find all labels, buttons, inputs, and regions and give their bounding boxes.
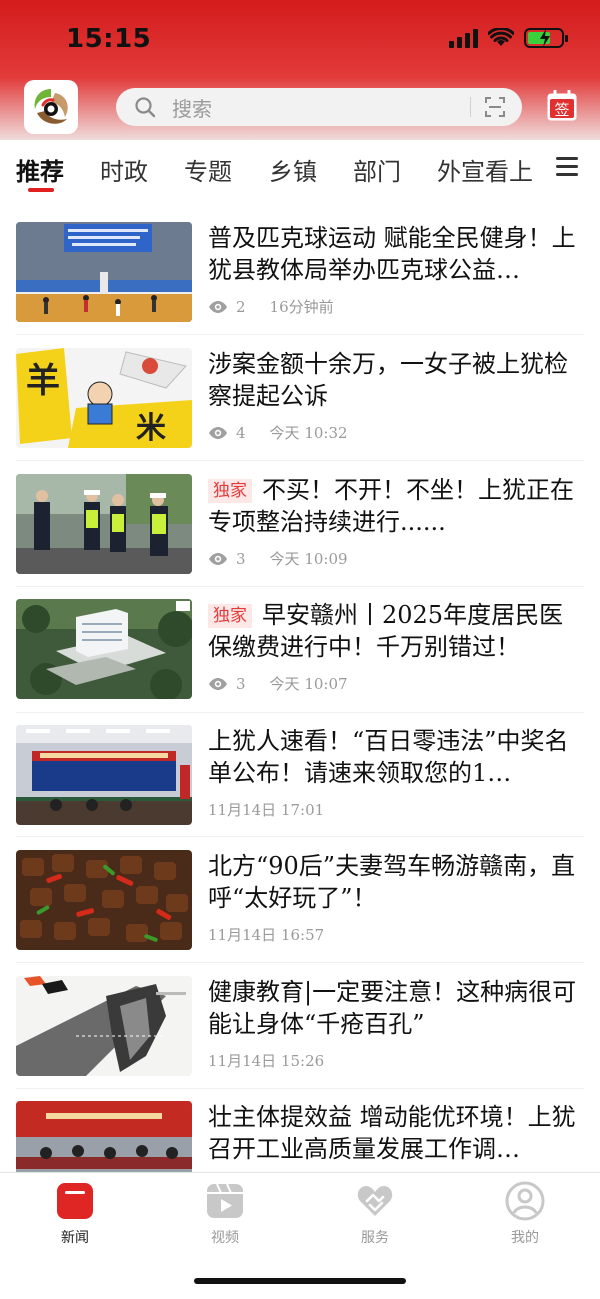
nav-video[interactable]: 视频	[185, 1181, 265, 1247]
article-title: 涉案金额十余万，一女子被上犹检察提起公诉	[208, 350, 568, 410]
tab-politics[interactable]: 时政	[100, 152, 148, 187]
nav-services-label: 服务	[361, 1230, 389, 1246]
app-logo[interactable]	[24, 80, 78, 134]
divider	[16, 460, 584, 461]
divider	[16, 712, 584, 713]
article-title: 健康教育|一定要注意！这种病很可能让身体“千疮百孔”	[208, 978, 577, 1038]
article-thumbnail	[16, 222, 192, 322]
article-title: 上犹人速看！“百日零违法”中奖名单公布！请速来领取您的1…	[208, 727, 569, 787]
divider	[16, 334, 584, 335]
tab-towns[interactable]: 乡镇	[269, 152, 317, 187]
article-thumbnail	[16, 976, 192, 1076]
divider	[16, 962, 584, 963]
search-bar[interactable]: 搜索	[116, 88, 522, 126]
divider	[16, 836, 584, 837]
article-item[interactable]: 上犹人速看！“百日零违法”中奖名单公布！请速来领取您的1… 11月14日 17:…	[0, 725, 600, 851]
article-meta: 11月14日 15:26	[208, 1050, 324, 1071]
news-icon	[57, 1183, 93, 1219]
handshake-heart-icon	[357, 1186, 393, 1216]
eye-icon	[209, 426, 227, 439]
article-thumbnail: 羊 米	[16, 348, 192, 448]
article-thumbnail	[16, 474, 192, 574]
tab-external-news[interactable]: 外宣看上	[437, 152, 533, 187]
article-item[interactable]: 普及匹克球运动 赋能全民健身！上犹县教体局举办匹克球公益… 2 16分钟前	[0, 222, 600, 348]
exclusive-badge: 独家	[208, 479, 252, 503]
tab-departments[interactable]: 部门	[353, 152, 401, 187]
article-thumbnail	[16, 725, 192, 825]
home-indicator	[194, 1278, 406, 1284]
article-item[interactable]: 健康教育|一定要注意！这种病很可能让身体“千疮百孔” 11月14日 15:26	[0, 976, 600, 1102]
tab-topics[interactable]: 专题	[184, 152, 232, 187]
user-icon	[505, 1181, 545, 1221]
publish-time: 今天 10:32	[269, 424, 348, 442]
status-icons	[449, 28, 568, 48]
svg-text:羊: 羊	[26, 361, 60, 401]
nav-news-label: 新闻	[61, 1230, 89, 1246]
publish-time: 11月14日 16:57	[208, 926, 325, 944]
nav-video-label: 视频	[211, 1230, 239, 1246]
divider	[16, 1088, 584, 1089]
video-icon	[207, 1183, 243, 1218]
svg-text:签: 签	[554, 101, 569, 119]
view-count: 2	[236, 297, 246, 316]
category-tabs: 推荐 时政 专题 乡镇 部门 外宣看上	[0, 140, 600, 198]
battery-icon	[524, 28, 568, 48]
article-item[interactable]: 独家 不买！不开！不坐！上犹正在专项整治持续进行...... 3 今天 10:09	[0, 474, 600, 600]
article-meta: 11月14日 17:01	[208, 799, 324, 820]
article-thumbnail	[16, 850, 192, 950]
nav-profile[interactable]: 我的	[485, 1181, 565, 1247]
menu-icon[interactable]	[556, 157, 578, 177]
article-meta: 2 16分钟前	[208, 296, 334, 317]
view-count: 3	[236, 674, 246, 693]
scan-icon[interactable]	[484, 96, 506, 118]
nav-services[interactable]: 服务	[335, 1181, 415, 1247]
article-title: 独家 不买！不开！不坐！上犹正在专项整治持续进行......	[208, 476, 574, 536]
view-count: 4	[236, 423, 246, 442]
exclusive-badge: 独家	[208, 604, 252, 628]
nav-profile-label: 我的	[511, 1230, 539, 1246]
article-item[interactable]: 北方“90后”夫妻驾车畅游赣南，直呼“太好玩了”！ 11月14日 16:57	[0, 850, 600, 976]
publish-time: 11月14日 17:01	[208, 801, 325, 819]
active-tab-indicator	[28, 188, 54, 192]
eye-icon	[209, 552, 227, 565]
signal-icon	[449, 28, 478, 48]
publish-time: 今天 10:07	[269, 675, 348, 693]
view-count: 3	[236, 549, 246, 568]
article-meta: 3 今天 10:07	[208, 673, 348, 694]
article-meta: 4 今天 10:32	[208, 422, 348, 443]
publish-time: 16分钟前	[269, 298, 334, 316]
header: 15:15 搜索 签	[0, 0, 600, 140]
eye-icon	[209, 677, 227, 690]
article-thumbnail	[16, 599, 192, 699]
logo-icon	[34, 89, 68, 124]
article-meta: 11月14日 16:57	[208, 924, 324, 945]
eye-icon	[209, 300, 227, 313]
article-item[interactable]: 羊 米 涉案金额十余万，一女子被上犹检察提起公诉 4 今天 10:32	[0, 348, 600, 474]
search-placeholder: 搜索	[172, 97, 212, 121]
search-divider	[470, 97, 471, 117]
article-title: 普及匹克球运动 赋能全民健身！上犹县教体局举办匹克球公益…	[208, 224, 576, 284]
nav-news[interactable]: 新闻	[35, 1181, 115, 1247]
publish-time: 11月14日 15:26	[208, 1052, 325, 1070]
tab-recommend[interactable]: 推荐	[16, 152, 64, 187]
status-time: 15:15	[66, 24, 152, 54]
divider	[16, 586, 584, 587]
search-icon	[135, 97, 156, 118]
publish-time: 今天 10:09	[269, 550, 348, 568]
svg-text:米: 米	[136, 411, 166, 446]
article-item[interactable]: 独家 早安赣州丨2025年度居民医保缴费进行中！千万别错过！ 3 今天 10:07	[0, 599, 600, 725]
article-meta: 3 今天 10:09	[208, 548, 348, 569]
article-title: 北方“90后”夫妻驾车畅游赣南，直呼“太好玩了”！	[208, 852, 576, 912]
article-title: 独家 早安赣州丨2025年度居民医保缴费进行中！千万别错过！	[208, 601, 564, 661]
article-title: 壮主体提效益 增动能优环境！上犹召开工业高质量发展工作调…	[208, 1103, 576, 1163]
app-screen: 15:15 搜索 签 推荐 时政 专题 乡镇 部门 外宣看上 普及匹克球运动 赋…	[0, 0, 600, 1299]
wifi-icon	[488, 28, 514, 46]
sign-in-calendar-icon[interactable]: 签	[546, 90, 578, 122]
